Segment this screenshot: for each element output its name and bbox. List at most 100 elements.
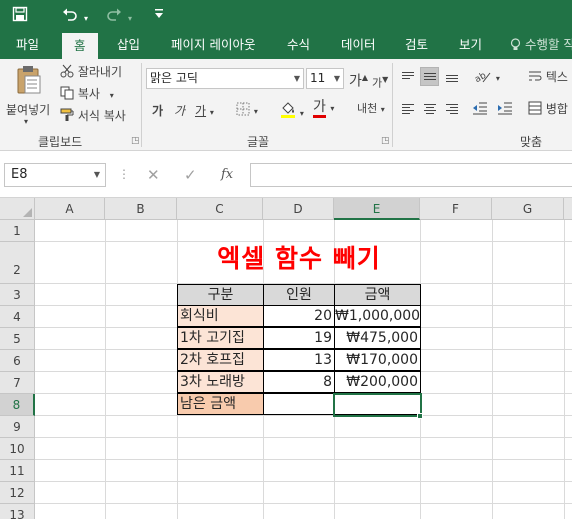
select-all-button[interactable]	[0, 198, 35, 220]
fill-handle[interactable]	[417, 413, 423, 419]
row-header-3[interactable]: 3	[0, 284, 35, 306]
table-header-category[interactable]: 구분	[177, 284, 264, 306]
row-header-11[interactable]: 11	[0, 460, 35, 482]
align-top-button[interactable]	[398, 67, 417, 86]
table-cell-count[interactable]: 19	[263, 327, 335, 349]
copy-button[interactable]: 복사 ▾	[60, 86, 114, 104]
font-launcher-icon[interactable]: ◳	[381, 136, 390, 146]
shrink-font-label: 가	[372, 76, 383, 90]
save-icon[interactable]	[12, 6, 28, 26]
chevron-down-icon: ▾	[380, 105, 385, 114]
table-cell-amount[interactable]: ₩1,000,000	[334, 305, 421, 327]
italic-button[interactable]: 가	[174, 103, 185, 119]
table-cell-label[interactable]: 1차 고기집	[177, 327, 264, 349]
sheet-title[interactable]: 엑셀 함수 빼기	[178, 244, 420, 274]
align-middle-button[interactable]	[420, 67, 439, 86]
table-cell-count[interactable]: 20	[263, 305, 335, 327]
redo-dropdown-icon[interactable]: ▾	[128, 10, 132, 28]
paste-button[interactable]: 붙여넣기 ▾	[4, 63, 52, 133]
align-center-button[interactable]	[420, 99, 439, 118]
fill-color-button[interactable]: ▾	[280, 101, 304, 122]
table-header-amount[interactable]: 금액	[334, 284, 421, 306]
table-cell-count[interactable]: 13	[263, 349, 335, 371]
format-painter-label: 서식 복사	[77, 109, 126, 123]
clipboard-group-label: 클립보드	[38, 135, 83, 149]
grow-font-button[interactable]: 가▲	[349, 70, 368, 90]
table-header-count[interactable]: 인원	[263, 284, 335, 306]
tab-review[interactable]: 검토	[405, 30, 428, 59]
column-header-c[interactable]: C	[177, 198, 263, 220]
row-header-5[interactable]: 5	[0, 328, 35, 350]
tab-insert[interactable]: 삽입	[117, 30, 140, 59]
row-header-4[interactable]: 4	[0, 306, 35, 328]
font-size-combo[interactable]: 11 ▼	[306, 68, 344, 89]
column-header-a[interactable]: A	[35, 198, 105, 220]
column-header-g[interactable]: G	[492, 198, 564, 220]
tab-page-layout[interactable]: 페이지 레이아웃	[171, 30, 255, 59]
cancel-icon[interactable]: ✕	[147, 163, 160, 187]
row-header-2[interactable]: 2	[0, 242, 35, 284]
name-box[interactable]: E8 ▼	[4, 163, 106, 187]
formula-input[interactable]	[250, 163, 572, 187]
font-color-button[interactable]: 가 ▾	[313, 99, 334, 118]
table-cell-count[interactable]	[263, 393, 335, 415]
splitter-dots-icon[interactable]: ⋮	[118, 167, 130, 181]
svg-text:ab: ab	[474, 71, 488, 83]
row-header-9[interactable]: 9	[0, 416, 35, 438]
column-header-b[interactable]: B	[105, 198, 177, 220]
borders-button[interactable]: ▾	[236, 102, 258, 120]
table-cell-label[interactable]: 남은 금액	[177, 393, 264, 415]
formula-bar: E8 ▼ ⋮ ✕ ✓ fx	[0, 151, 572, 198]
row-header-10[interactable]: 10	[0, 438, 35, 460]
tell-me-search[interactable]: 수행할 작	[510, 30, 572, 59]
tab-formulas[interactable]: 수식	[287, 30, 310, 59]
column-header-f[interactable]: F	[420, 198, 492, 220]
shrink-font-button[interactable]: 가▼	[372, 72, 388, 92]
decrease-indent-button[interactable]	[472, 101, 488, 117]
phonetic-button[interactable]: 내천 ▾	[357, 101, 385, 118]
font-name-combo[interactable]: 맑은 고딕 ▼	[146, 68, 304, 89]
row-header-7[interactable]: 7	[0, 372, 35, 394]
format-painter-button[interactable]: 서식 복사	[60, 108, 126, 124]
row-header-8[interactable]: 8	[0, 394, 35, 416]
row-header-1[interactable]: 1	[0, 220, 35, 242]
table-cell-label[interactable]: 회식비	[177, 305, 264, 327]
align-left-button[interactable]	[398, 99, 417, 118]
align-right-button[interactable]	[442, 99, 461, 118]
row-header-6[interactable]: 6	[0, 350, 35, 372]
tab-home[interactable]: 홈	[62, 33, 98, 59]
table-cell-amount[interactable]: ₩170,000	[334, 349, 421, 371]
align-bottom-button[interactable]	[442, 67, 461, 86]
orientation-button[interactable]: ab ▾	[473, 69, 500, 87]
tab-data[interactable]: 데이터	[341, 30, 376, 59]
worksheet-grid[interactable]: A B C D E F G 1 2 3 4 5 6 7 8 9 10 11 12…	[0, 198, 572, 519]
enter-icon[interactable]: ✓	[184, 163, 197, 187]
increase-indent-button[interactable]	[497, 101, 513, 117]
tab-view[interactable]: 보기	[459, 30, 482, 59]
undo-dropdown-icon[interactable]: ▾	[84, 10, 88, 28]
row-header-12[interactable]: 12	[0, 482, 35, 504]
tab-file[interactable]: 파일	[16, 30, 39, 59]
bold-button[interactable]: 가	[152, 103, 163, 119]
redo-icon[interactable]	[106, 6, 122, 26]
column-header-e[interactable]: E	[334, 198, 420, 220]
clipboard-launcher-icon[interactable]: ◳	[131, 136, 140, 146]
undo-icon[interactable]	[62, 6, 78, 26]
column-header-h[interactable]	[564, 198, 572, 220]
underline-button[interactable]: 가 ▾	[195, 103, 214, 121]
insert-function-icon[interactable]: fx	[221, 163, 233, 187]
cut-label: 잘라내기	[77, 65, 122, 79]
customize-qat-icon[interactable]	[154, 8, 164, 27]
column-header-d[interactable]: D	[263, 198, 334, 220]
wrap-text-button[interactable]: 텍스	[528, 69, 568, 85]
table-cell-amount[interactable]: ₩200,000	[334, 371, 421, 393]
table-cell-label[interactable]: 3차 노래방	[177, 371, 264, 393]
table-cell-label[interactable]: 2차 호프집	[177, 349, 264, 371]
table-cell-amount[interactable]: ₩475,000	[334, 327, 421, 349]
cut-button[interactable]: 잘라내기	[60, 64, 122, 80]
merge-center-button[interactable]: 병합	[528, 101, 568, 117]
row-header-13[interactable]: 13	[0, 504, 35, 519]
table-cell-count[interactable]: 8	[263, 371, 335, 393]
chevron-down-icon: ▼	[333, 74, 340, 83]
grow-font-label: 가	[349, 73, 362, 90]
